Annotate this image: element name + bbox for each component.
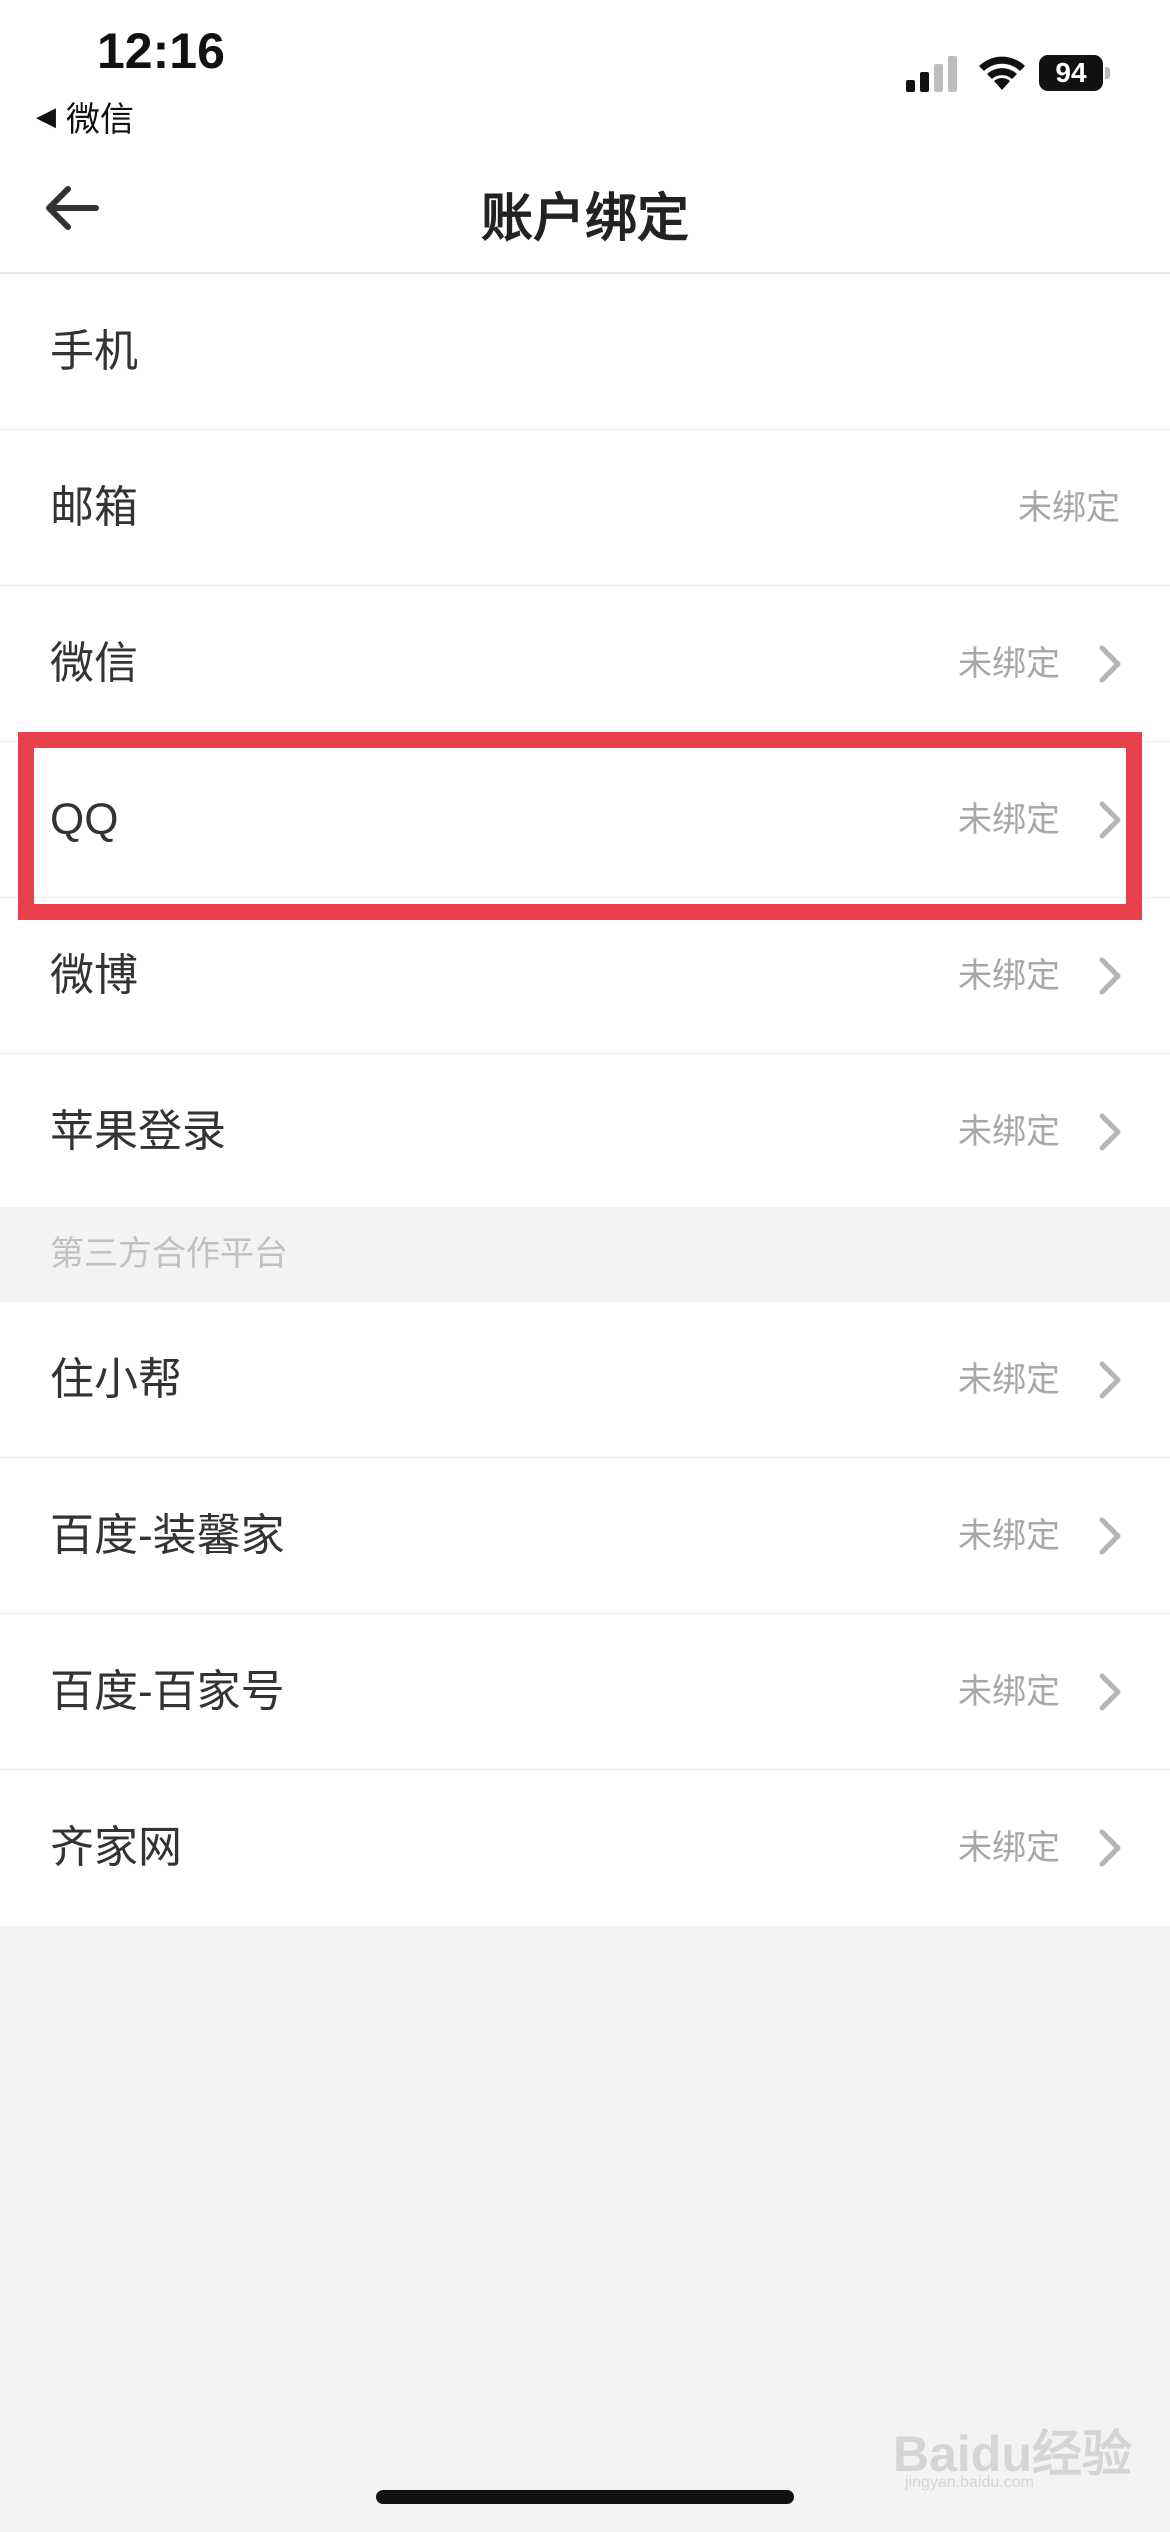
binding-status: 未绑定 <box>958 1829 1060 1867</box>
row-label: 苹果登录 <box>50 1107 226 1156</box>
binding-status: 未绑定 <box>958 1113 1060 1151</box>
row-label: 手机 <box>50 327 138 376</box>
account-row-apple-login[interactable]: 苹果登录 未绑定 <box>0 1054 1170 1210</box>
chevron-right-icon <box>1099 645 1121 683</box>
row-label: 百度-百家号 <box>50 1667 285 1716</box>
account-row-wechat[interactable]: 微信 未绑定 <box>0 586 1170 742</box>
home-indicator[interactable] <box>376 2490 794 2504</box>
chevron-right-icon <box>1099 1673 1121 1711</box>
back-to-app-link[interactable]: ◀ 微信 <box>36 92 134 141</box>
chevron-right-icon <box>1099 1361 1121 1399</box>
watermark-url: jingyan.baidu.com <box>905 2474 1034 2491</box>
row-label: 微博 <box>50 951 138 1000</box>
row-label: 住小帮 <box>50 1355 182 1404</box>
status-bar: 12:16 ◀ 微信 94 <box>0 0 1170 150</box>
platform-row-baidu-zhuangxinjia[interactable]: 百度-装馨家 未绑定 <box>0 1458 1170 1614</box>
binding-status: 未绑定 <box>1018 489 1120 527</box>
third-party-list: 住小帮 未绑定 百度-装馨家 未绑定 百度-百家号 未绑定 齐家网 未绑定 <box>0 1302 1170 1926</box>
account-row-email[interactable]: 邮箱 未绑定 <box>0 430 1170 586</box>
navigation-bar: 账户绑定 <box>0 150 1170 274</box>
chevron-right-icon <box>1099 957 1121 995</box>
back-triangle-icon: ◀ <box>36 101 56 131</box>
row-label: 百度-装馨家 <box>50 1511 285 1560</box>
binding-status: 未绑定 <box>958 645 1060 683</box>
clock: 12:16 <box>97 23 225 79</box>
highlight-box <box>18 732 1142 920</box>
binding-status: 未绑定 <box>958 1517 1060 1555</box>
wifi-icon <box>979 56 1025 90</box>
cellular-signal-icon <box>906 56 957 92</box>
battery-level: 94 <box>1039 55 1103 91</box>
account-row-weibo[interactable]: 微博 未绑定 <box>0 898 1170 1054</box>
platform-row-zhuxiaobang[interactable]: 住小帮 未绑定 <box>0 1302 1170 1458</box>
chevron-right-icon <box>1099 1113 1121 1151</box>
row-label: 微信 <box>50 639 138 688</box>
baidu-jingyan-watermark: Baidu经验 jingyan.baidu.com <box>893 2414 1133 2494</box>
binding-status: 未绑定 <box>958 1361 1060 1399</box>
section-title: 第三方合作平台 <box>50 1235 288 1273</box>
binding-status: 未绑定 <box>958 957 1060 995</box>
row-label: 齐家网 <box>50 1823 182 1872</box>
chevron-right-icon <box>1099 1829 1121 1867</box>
battery-icon: 94 <box>1039 55 1111 91</box>
chevron-right-icon <box>1099 1517 1121 1555</box>
row-label: 邮箱 <box>50 483 138 532</box>
back-app-label: 微信 <box>66 101 134 139</box>
platform-row-baidu-baijiahao[interactable]: 百度-百家号 未绑定 <box>0 1614 1170 1770</box>
section-header-third-party: 第三方合作平台 <box>0 1207 1170 1302</box>
account-row-phone[interactable]: 手机 <box>0 274 1170 430</box>
page-title: 账户绑定 <box>480 190 689 248</box>
platform-row-qijiawang[interactable]: 齐家网 未绑定 <box>0 1770 1170 1926</box>
binding-status: 未绑定 <box>958 1673 1060 1711</box>
